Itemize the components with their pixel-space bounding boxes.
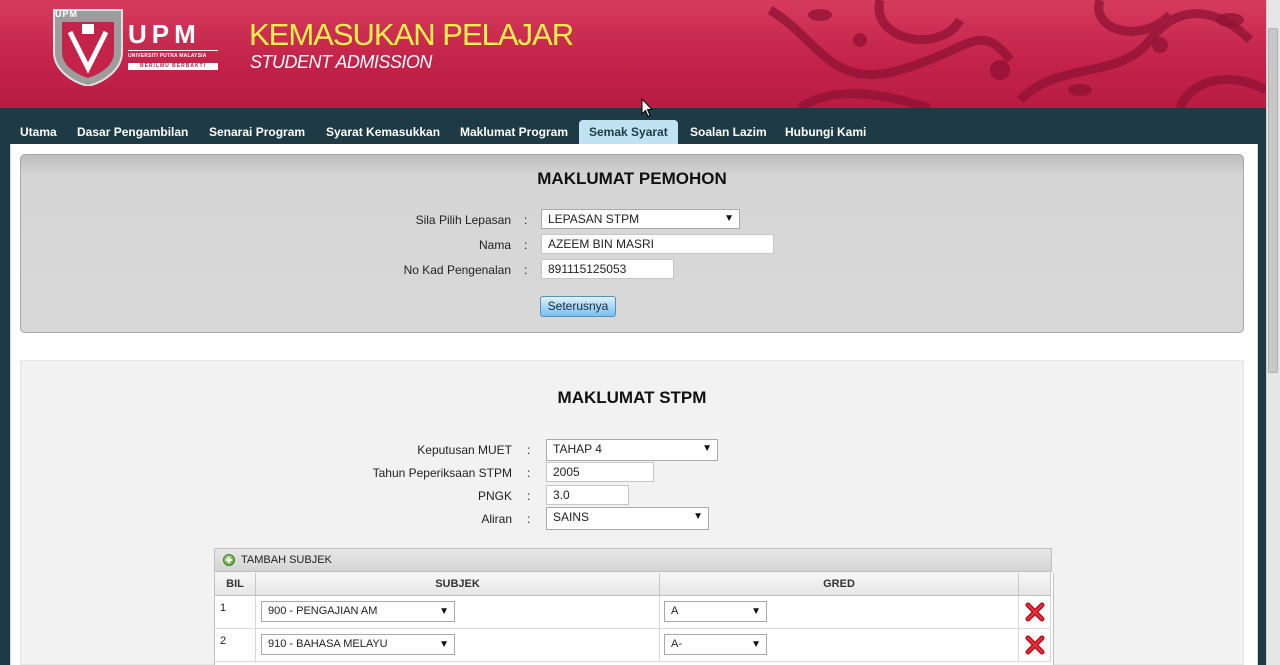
logo-university: UNIVERSITI PUTRA MALAYSIA (128, 50, 218, 59)
nav-item-syarat-kemasukkan[interactable]: Syarat Kemasukkan (316, 120, 450, 144)
aliran-select-value: SAINS (553, 510, 590, 524)
table-row: 2 (215, 629, 256, 662)
chevron-down-icon: ▼ (693, 511, 703, 522)
banner-title: KEMASUKAN PELAJAR (249, 17, 574, 52)
chevron-down-icon: ▼ (439, 639, 449, 650)
table-row: 1 (215, 596, 256, 629)
chevron-down-icon: ▼ (751, 606, 761, 617)
upm-logo-shield (53, 9, 123, 86)
colon: : (527, 512, 531, 526)
ic-input[interactable]: 891115125053 (541, 259, 674, 279)
subject-select[interactable]: 900 - PENGAJIAN AM ▼ (261, 601, 455, 622)
pngk-input[interactable]: 3.0 (546, 485, 629, 505)
ic-label: No Kad Pengenalan (403, 263, 511, 277)
muet-select[interactable]: TAHAP 4 ▼ (546, 439, 718, 461)
lepasan-select[interactable]: LEPASAN STPM ▼ (541, 209, 740, 229)
colon: : (527, 489, 531, 503)
nav-item-utama[interactable]: Utama (10, 120, 67, 144)
column-header-subjek: SUBJEK (256, 573, 660, 596)
delete-icon[interactable] (1024, 634, 1046, 656)
nav-item-senarai-program[interactable]: Senarai Program (199, 120, 315, 144)
nama-input[interactable]: AZEEM BIN MASRI (541, 234, 774, 254)
column-header-bil: BIL (215, 573, 256, 596)
banner-subtitle: STUDENT ADMISSION (250, 52, 432, 72)
upm-wordmark: UPM UNIVERSITI PUTRA MALAYSIA BERILMU BE… (128, 20, 218, 70)
stpm-panel-title: MAKLUMAT STPM (557, 388, 707, 407)
add-icon[interactable] (223, 554, 235, 566)
mouse-cursor-icon (641, 98, 653, 118)
row-number: 1 (220, 602, 227, 614)
nav-item-semak-syarat[interactable]: Semak Syarat (579, 120, 678, 144)
add-subject-button[interactable]: TAMBAH SUBJEK (241, 554, 332, 566)
pngk-label: PNGK (477, 489, 512, 503)
subject-select[interactable]: 910 - BAHASA MELAYU ▼ (261, 634, 455, 655)
delete-icon[interactable] (1024, 601, 1046, 623)
aliran-select[interactable]: SAINS ▼ (546, 507, 709, 530)
year-label: Tahun Peperiksaan STPM (372, 466, 512, 480)
chevron-down-icon: ▼ (724, 213, 734, 224)
subject-select-value: 910 - BAHASA MELAYU (268, 638, 388, 650)
column-header-gred: GRED (660, 573, 1019, 596)
colon: : (524, 238, 528, 252)
colon: : (524, 263, 528, 277)
chevron-down-icon: ▼ (751, 639, 761, 650)
main-nav: Utama Dasar Pengambilan Senarai Program … (0, 108, 1266, 144)
logo-small-text: UPM (55, 9, 78, 19)
grid-toolbar: TAMBAH SUBJEK (214, 548, 1052, 572)
muet-label: Keputusan MUET (417, 443, 512, 457)
chevron-down-icon: ▼ (702, 443, 712, 454)
grade-select-value: A- (671, 638, 682, 650)
scrollbar-thumb[interactable] (1268, 28, 1278, 373)
muet-select-value: TAHAP 4 (553, 442, 602, 456)
chevron-down-icon: ▼ (439, 606, 449, 617)
row-number: 2 (220, 635, 227, 647)
applicant-panel-title: MAKLUMAT PEMOHON (537, 169, 727, 188)
colon: : (527, 443, 531, 457)
grade-select[interactable]: A ▼ (664, 601, 767, 622)
colon: : (524, 213, 528, 227)
nav-item-maklumat-program[interactable]: Maklumat Program (450, 120, 578, 144)
year-input[interactable]: 2005 (546, 462, 654, 482)
grade-select[interactable]: A- ▼ (664, 634, 767, 655)
column-header-action (1019, 573, 1051, 596)
header-banner: UPM UPM UNIVERSITI PUTRA MALAYSIA BERILM… (0, 0, 1266, 108)
subject-select-value: 900 - PENGAJIAN AM (268, 605, 378, 617)
lepasan-label: Sila Pilih Lepasan (415, 213, 511, 227)
nav-item-hubungi-kami[interactable]: Hubungi Kami (775, 120, 876, 144)
nav-item-soalan-lazim[interactable]: Soalan Lazim (680, 120, 777, 144)
aliran-label: Aliran (481, 512, 512, 526)
nav-item-dasar-pengambilan[interactable]: Dasar Pengambilan (67, 120, 198, 144)
logo-motto: BERILMU BERBAKTI (128, 63, 218, 70)
logo-text: UPM (128, 19, 201, 49)
grade-select-value: A (671, 605, 679, 617)
colon: : (527, 466, 531, 480)
next-button[interactable]: Seterusnya (540, 296, 616, 317)
subjects-table: BIL SUBJEK GRED 1 900 - PENGAJIAN AM ▼ A… (214, 573, 1054, 665)
content-border-left (0, 144, 10, 665)
lepasan-select-value: LEPASAN STPM (548, 212, 640, 226)
nama-label: Nama (478, 238, 511, 252)
